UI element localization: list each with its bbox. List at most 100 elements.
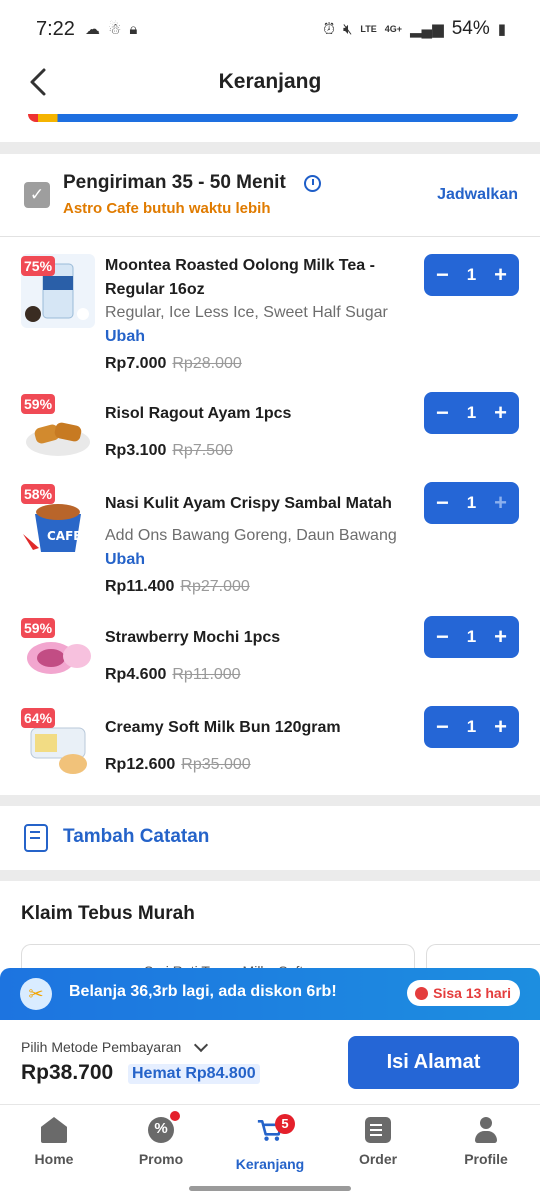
discount-badge: 59%: [21, 394, 56, 414]
order-icon: [365, 1117, 391, 1143]
edit-variant-link[interactable]: Ubah: [105, 551, 145, 568]
profile-icon: [473, 1117, 499, 1143]
cloud-icon: ☁: [84, 21, 100, 38]
product-variant: Regular, Ice Less Ice, Sweet Half Sugar …: [105, 301, 410, 349]
timer-icon: [304, 175, 321, 192]
promo-timer-text: Sisa 13 hari: [433, 985, 511, 1001]
decrease-button[interactable]: −: [436, 624, 449, 650]
cart-item: 64% Creamy Soft Milk Bun 120gram Rp12.60…: [0, 704, 540, 789]
nav-label: Order: [358, 1151, 398, 1167]
nav-order[interactable]: Order: [333, 1117, 423, 1167]
increase-button[interactable]: +: [494, 714, 507, 740]
signal-icon: ▂▄▆: [410, 21, 444, 38]
product-variant: Add Ons Bawang Goreng, Daun Bawang Ubah: [105, 524, 410, 572]
product-name: Risol Ragout Ayam 1pcs: [105, 405, 292, 422]
discount-progress-banner[interactable]: ✂ Belanja 36,3rb lagi, ada diskon 6rb! S…: [0, 968, 540, 1020]
fill-address-button[interactable]: Isi Alamat: [348, 1036, 519, 1089]
nav-cart[interactable]: 5 Keranjang: [225, 1114, 315, 1172]
svg-text:CAFE: CAFE: [47, 529, 82, 543]
chevron-down-icon[interactable]: [193, 1037, 209, 1053]
product-price: Rp4.600: [105, 666, 167, 683]
home-icon: [41, 1117, 67, 1143]
product-name: Nasi Kulit Ayam Crispy Sambal Matah: [105, 495, 392, 512]
variant-text: Add Ons Bawang Goreng, Daun Bawang: [105, 527, 397, 544]
quantity-value: 1: [466, 627, 477, 646]
quantity-value: 1: [466, 403, 477, 422]
product-price: Rp12.600: [105, 756, 176, 773]
volte-label: LTE: [360, 23, 377, 34]
nav-label: Keranjang: [235, 1156, 305, 1172]
discount-badge: 64%: [21, 708, 56, 728]
promo-icon: [148, 1111, 180, 1143]
discount-badge: 75%: [21, 256, 56, 276]
cart-item: 75% Moontea Roasted Oolong Milk Tea - Re…: [0, 250, 540, 380]
product-price: Rp3.100: [105, 442, 167, 459]
note-edit-icon: [24, 824, 48, 852]
edit-variant-link[interactable]: Ubah: [105, 328, 145, 345]
price-row: Rp12.600 Rp35.000: [105, 756, 251, 774]
discount-badge: 58%: [21, 484, 56, 504]
cart-item: 58% CAFE Nasi Kulit Ayam Crispy Sambal M…: [0, 480, 540, 605]
add-note-row[interactable]: Tambah Catatan: [0, 806, 540, 870]
discount-badge: 59%: [21, 618, 56, 638]
nav-promo[interactable]: Promo: [116, 1111, 206, 1167]
checkbox-checked-icon[interactable]: ✓: [24, 182, 50, 208]
total-price: Rp38.700: [21, 1061, 114, 1084]
checkout-bar: Pilih Metode Pembayaran Rp38.700 Hemat R…: [0, 1020, 540, 1104]
nav-label: Profile: [464, 1151, 508, 1167]
decrease-button[interactable]: −: [436, 400, 449, 426]
payment-method-selector[interactable]: Pilih Metode Pembayaran: [21, 1039, 181, 1055]
promo-text: Belanja 36,3rb lagi, ada diskon 6rb!: [69, 983, 337, 1000]
quantity-stepper: − 1 +: [424, 706, 519, 748]
app-header: Keranjang: [0, 58, 540, 106]
lock-icon: 🔒︎: [129, 20, 138, 38]
original-price: Rp35.000: [181, 756, 251, 773]
original-price: Rp27.000: [180, 578, 250, 595]
increase-button[interactable]: +: [494, 624, 507, 650]
section-divider: [0, 795, 540, 806]
section-divider: [0, 870, 540, 881]
quantity-stepper: − 1 +: [424, 482, 519, 524]
page-title: Keranjang: [218, 70, 322, 93]
klaim-section-title: Klaim Tebus Murah: [21, 903, 195, 924]
home-gesture-bar[interactable]: [189, 1186, 351, 1191]
notification-dot: [170, 1111, 180, 1121]
product-name: Strawberry Mochi 1pcs: [105, 629, 281, 646]
increase-button[interactable]: +: [494, 400, 507, 426]
mute-icon: 🔇︎: [342, 20, 353, 38]
section-divider: [0, 142, 540, 154]
nav-home[interactable]: Home: [9, 1117, 99, 1167]
schedule-link[interactable]: Jadwalkan: [437, 186, 518, 204]
status-time: 7:22: [36, 17, 75, 40]
decrease-button[interactable]: −: [436, 714, 449, 740]
battery-icon: ▮: [497, 21, 506, 38]
delivery-subtitle: Astro Cafe butuh waktu lebih: [63, 200, 271, 217]
cart-count-badge: 5: [275, 1114, 295, 1134]
nav-profile[interactable]: Profile: [441, 1117, 531, 1167]
product-price: Rp7.000: [105, 355, 167, 372]
banner-edge[interactable]: [28, 114, 518, 122]
status-bar: 7:22 ☁ ☃ 🔒︎ ⏰︎ 🔇︎ LTE 4G+ ▂▄▆ 54% ▮: [0, 0, 540, 58]
divider-line: [0, 236, 540, 237]
original-price: Rp28.000: [172, 355, 242, 372]
alarm-icon: ⏰︎: [323, 20, 335, 38]
increase-button[interactable]: +: [494, 262, 507, 288]
original-price: Rp11.000: [172, 666, 241, 683]
add-note-label: Tambah Catatan: [63, 826, 210, 847]
price-row: Rp4.600 Rp11.000: [105, 666, 241, 684]
price-row: Rp11.400 Rp27.000: [105, 578, 250, 596]
original-price: Rp7.500: [172, 442, 233, 459]
product-name: Moontea Roasted Oolong Milk Tea - Regula…: [105, 257, 375, 298]
network-gen-label: 4G+: [384, 23, 402, 34]
quantity-stepper: − 1 +: [424, 616, 519, 658]
bottom-nav: Home Promo 5 Keranjang Order Profile: [0, 1104, 540, 1199]
increase-button[interactable]: +: [494, 490, 507, 516]
decrease-button[interactable]: −: [436, 490, 449, 516]
quantity-value: 1: [466, 717, 477, 736]
quantity-stepper: − 1 +: [424, 254, 519, 296]
quantity-value: 1: [466, 493, 477, 512]
back-arrow-icon[interactable]: [24, 64, 54, 100]
discount-tag-icon: ✂: [20, 978, 52, 1010]
price-row: Rp3.100 Rp7.500: [105, 442, 233, 460]
decrease-button[interactable]: −: [436, 262, 449, 288]
